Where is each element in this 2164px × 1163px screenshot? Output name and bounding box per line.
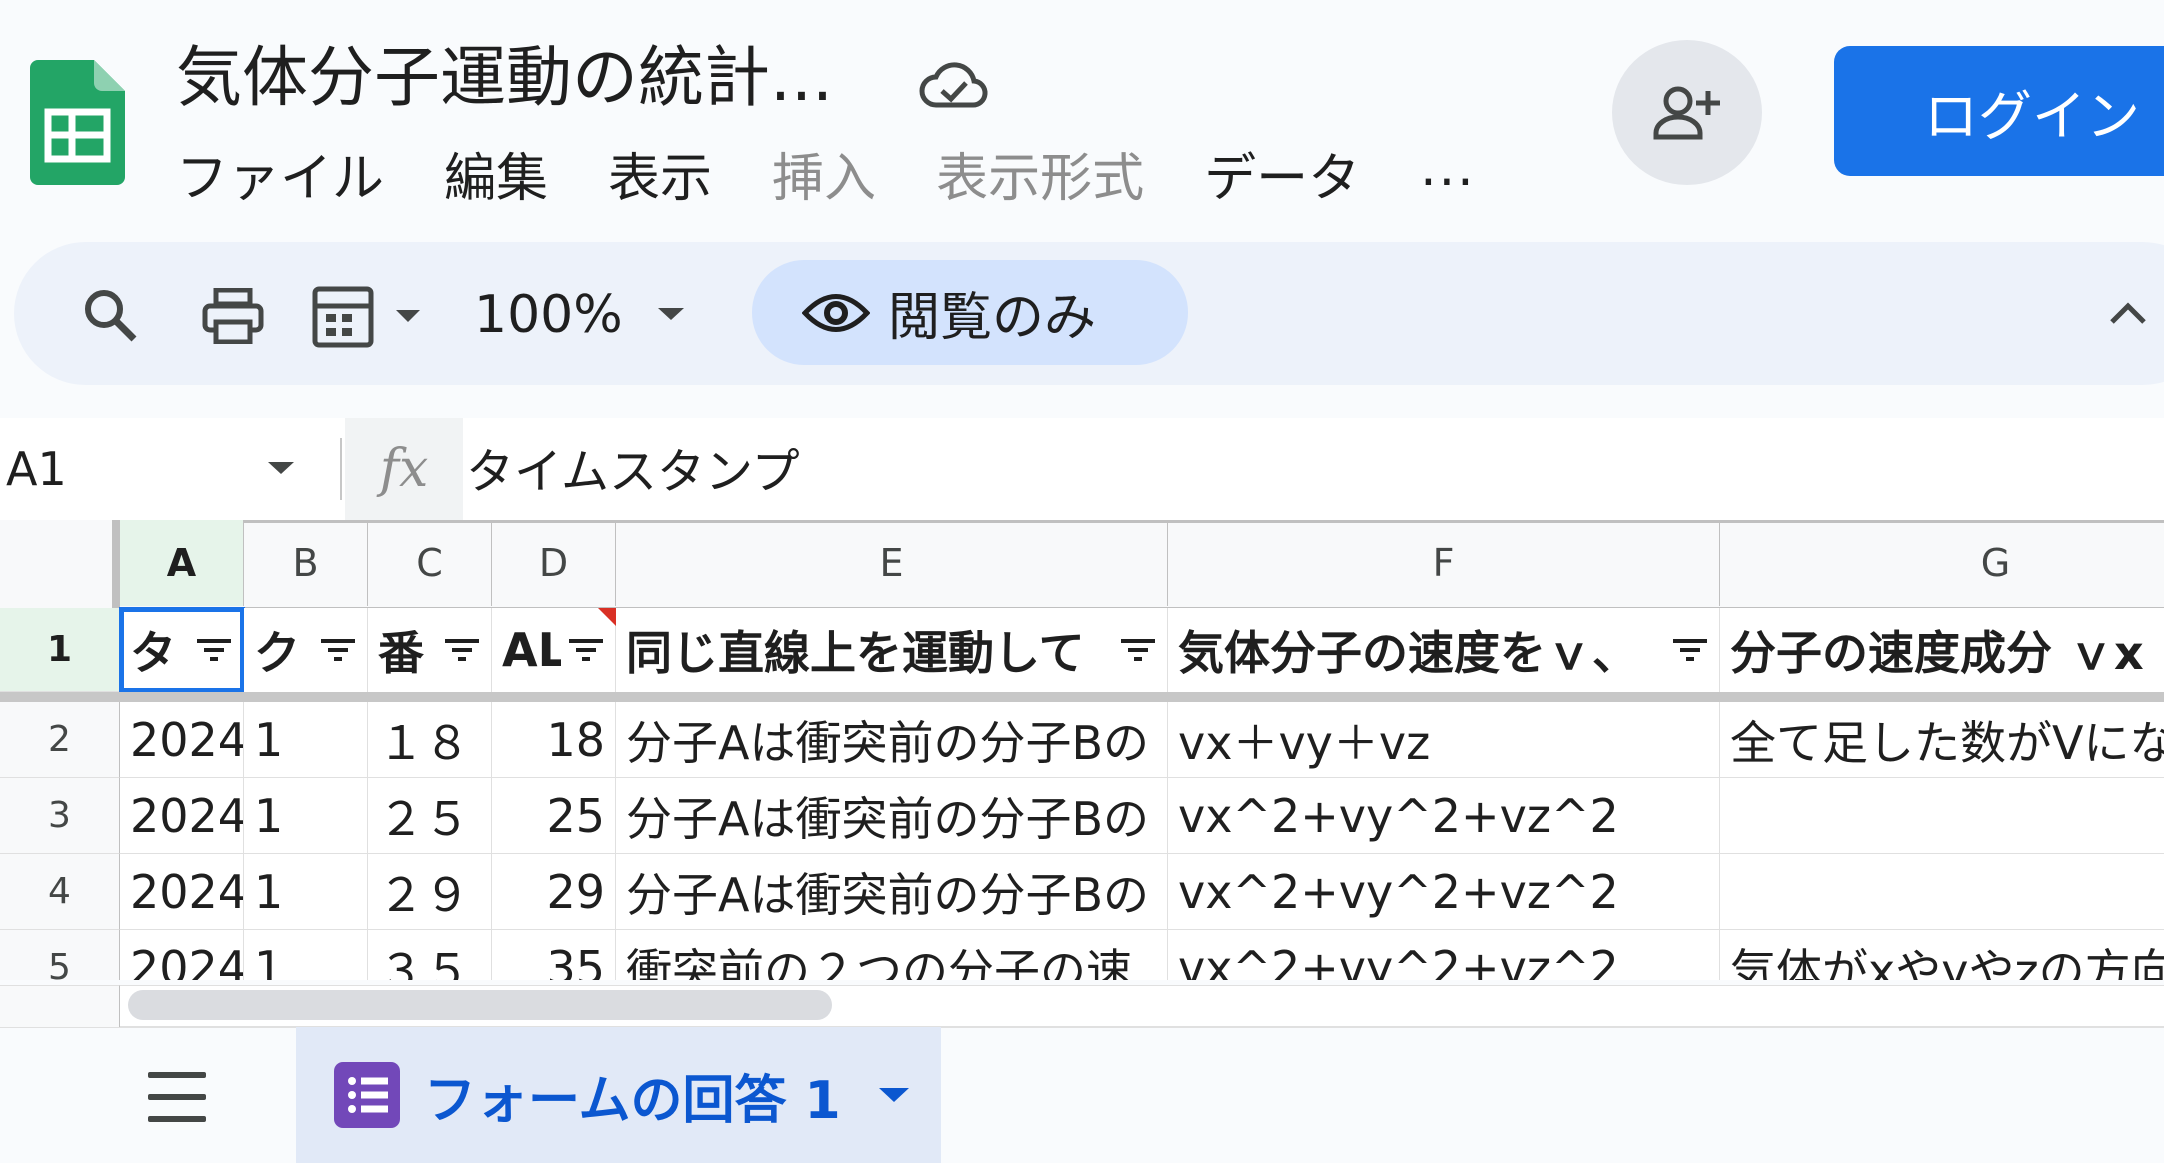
header-cell-g1[interactable]: 分子の速度成分 ｖx bbox=[1720, 608, 2164, 692]
row-header-1[interactable]: 1 bbox=[0, 608, 120, 692]
header-text-f1: 気体分子の速度をｖ、 bbox=[1178, 626, 1638, 680]
column-header-g[interactable]: G bbox=[1720, 520, 2164, 606]
cell-b4[interactable]: 1 bbox=[244, 854, 368, 930]
header-text-d1: AL bbox=[502, 623, 561, 677]
search-icon[interactable] bbox=[80, 285, 140, 349]
formula-input[interactable]: タイムスタンプ bbox=[466, 432, 800, 502]
row-header-4[interactable]: 4 bbox=[0, 854, 120, 930]
row-header-2[interactable]: 2 bbox=[0, 702, 120, 778]
select-all-corner[interactable] bbox=[0, 520, 120, 608]
menu-file[interactable]: ファイル bbox=[176, 136, 384, 211]
menu-format[interactable]: 表示形式 bbox=[936, 136, 1144, 211]
column-header-a[interactable]: A bbox=[120, 520, 244, 606]
header-cell-b1[interactable]: ク bbox=[244, 608, 368, 692]
login-button[interactable]: ログイン bbox=[1834, 46, 2164, 176]
frozen-row-divider[interactable] bbox=[0, 692, 2164, 702]
cell-c2[interactable]: １８ bbox=[368, 702, 492, 778]
header-cell-e1[interactable]: 同じ直線上を運動して bbox=[616, 608, 1168, 692]
cell-a4[interactable]: 2024 bbox=[120, 854, 244, 930]
cell-a5[interactable]: 2024 bbox=[120, 930, 244, 980]
cell-b3[interactable]: 1 bbox=[244, 778, 368, 854]
cell-g4[interactable] bbox=[1720, 854, 2164, 930]
menu-bar: ファイル 編集 表示 挿入 表示形式 データ ... bbox=[176, 136, 1476, 211]
chevron-up-icon[interactable] bbox=[2108, 300, 2148, 330]
add-person-icon bbox=[1653, 86, 1720, 139]
column-header-f[interactable]: F bbox=[1168, 520, 1720, 606]
cell-g2[interactable]: 全て足した数がVにな bbox=[1720, 702, 2164, 778]
sheets-logo-icon[interactable] bbox=[30, 60, 125, 185]
spreadsheet-window: 気体分子運動の統計... ファイル 編集 表示 挿入 表示形式 データ ... … bbox=[0, 0, 2164, 1163]
cell-e3[interactable]: 分子Aは衝突前の分子Bの bbox=[616, 778, 1168, 854]
header-text-c1: 番 bbox=[378, 626, 424, 680]
menu-icon[interactable] bbox=[148, 1072, 206, 1122]
filter-icon[interactable] bbox=[443, 637, 481, 663]
cell-g5[interactable]: 気体がxやyやzの方向 bbox=[1720, 930, 2164, 981]
comment-indicator[interactable] bbox=[598, 608, 616, 626]
header-text-g1: 分子の速度成分 ｖx bbox=[1730, 626, 2144, 680]
cell-e5[interactable]: 衝突前の２つの分子の速 bbox=[616, 930, 1168, 980]
cell-b2[interactable]: 1 bbox=[244, 702, 368, 778]
cell-f3[interactable]: vx^2+vy^2+vz^2 bbox=[1168, 778, 1720, 854]
cell-f2[interactable]: vx＋vy＋vz bbox=[1168, 702, 1720, 778]
menu-view[interactable]: 表示 bbox=[608, 136, 712, 211]
column-header-e[interactable]: E bbox=[616, 520, 1168, 606]
print-icon[interactable] bbox=[202, 287, 264, 348]
cell-c3[interactable]: ２５ bbox=[368, 778, 492, 854]
cell-a3[interactable]: 2024 bbox=[120, 778, 244, 854]
cloud-check-icon[interactable] bbox=[918, 55, 990, 115]
zoom-select[interactable]: 100% bbox=[474, 285, 623, 345]
spreadsheet-grid: A B C D E F G 1 タ ク 番 AL 同じ直線上を運動して 気体分子… bbox=[0, 520, 2164, 980]
menu-edit[interactable]: 編集 bbox=[444, 136, 548, 211]
formula-bar-divider bbox=[340, 438, 342, 500]
name-box-dropdown-icon[interactable] bbox=[266, 460, 296, 480]
header-text-a1: タ bbox=[130, 626, 176, 680]
filter-icon[interactable] bbox=[1671, 637, 1709, 663]
cell-a2[interactable]: 2024 bbox=[120, 702, 244, 778]
menu-more[interactable]: ... bbox=[1420, 138, 1476, 198]
eye-icon bbox=[802, 293, 870, 332]
filter-icon[interactable] bbox=[319, 637, 357, 663]
header-cell-f1[interactable]: 気体分子の速度をｖ、 bbox=[1168, 608, 1720, 692]
document-title[interactable]: 気体分子運動の統計... bbox=[176, 38, 833, 118]
row-header-3[interactable]: 3 bbox=[0, 778, 120, 854]
cell-e2[interactable]: 分子Aは衝突前の分子Bの bbox=[616, 702, 1168, 778]
menu-data[interactable]: データ bbox=[1204, 136, 1360, 211]
cell-d4[interactable]: 29 bbox=[492, 854, 616, 930]
header-cell-a1[interactable]: タ bbox=[119, 607, 245, 693]
filter-icon[interactable] bbox=[1119, 637, 1157, 663]
forms-icon bbox=[334, 1062, 400, 1128]
filter-icon[interactable] bbox=[567, 637, 605, 663]
view-only-chip[interactable]: 閲覧のみ bbox=[752, 260, 1188, 365]
column-header-d[interactable]: D bbox=[492, 520, 616, 606]
menu-insert[interactable]: 挿入 bbox=[772, 136, 876, 211]
format-table-icon[interactable] bbox=[312, 286, 424, 352]
fx-icon: fx bbox=[345, 418, 463, 520]
horizontal-scrollbar-thumb[interactable] bbox=[128, 990, 832, 1020]
zoom-dropdown-arrow-icon[interactable] bbox=[656, 306, 686, 326]
scrollbar-corner bbox=[0, 985, 120, 1027]
cell-g3[interactable] bbox=[1720, 778, 2164, 854]
cell-d5[interactable]: 35 bbox=[492, 930, 616, 980]
column-header-b[interactable]: B bbox=[244, 520, 368, 606]
share-button[interactable] bbox=[1612, 40, 1762, 185]
header-text-b1: ク bbox=[254, 626, 300, 680]
header-text-e1: 同じ直線上を運動して bbox=[626, 626, 1085, 680]
row-header-5[interactable]: 5 bbox=[0, 930, 120, 980]
cell-e4[interactable]: 分子Aは衝突前の分子Bの bbox=[616, 854, 1168, 930]
cell-d3[interactable]: 25 bbox=[492, 778, 616, 854]
sheet-tab-form-responses[interactable]: フォームの回答 1 bbox=[296, 1027, 941, 1163]
view-only-label: 閲覧のみ bbox=[888, 288, 1097, 348]
chevron-down-icon[interactable] bbox=[877, 1086, 911, 1104]
cell-d2[interactable]: 18 bbox=[492, 702, 616, 778]
cell-f4[interactable]: vx^2+vy^2+vz^2 bbox=[1168, 854, 1720, 930]
sheet-tab-label: フォームの回答 1 bbox=[424, 1070, 841, 1131]
header-cell-c1[interactable]: 番 bbox=[368, 608, 492, 692]
cell-c4[interactable]: ２９ bbox=[368, 854, 492, 930]
filter-icon[interactable] bbox=[195, 637, 233, 663]
cell-b5[interactable]: 1 bbox=[244, 930, 368, 980]
cell-c5[interactable]: ３５ bbox=[368, 930, 492, 980]
cell-f5[interactable]: vx^2+vy^2+vz^2 bbox=[1168, 930, 1720, 980]
column-header-c[interactable]: C bbox=[368, 520, 492, 606]
